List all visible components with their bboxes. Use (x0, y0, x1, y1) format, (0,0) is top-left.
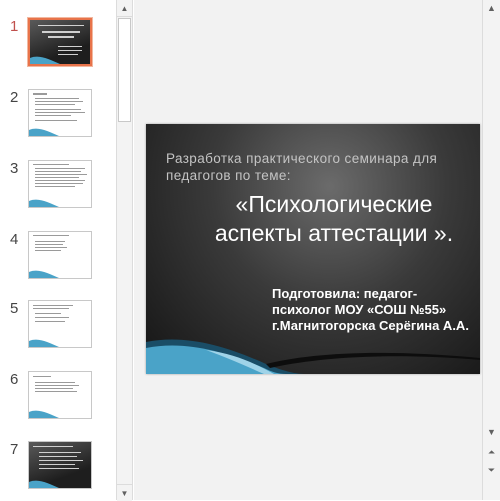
thumbnail-item-5[interactable]: 5 (0, 300, 116, 360)
scroll-down-button[interactable]: ▼ (117, 484, 132, 501)
slide-thumbnail-pane: 1 2 3 4 5 6 7 (0, 0, 116, 500)
thumbnail-number: 5 (10, 300, 19, 317)
thumbnail-pane-scrollbar[interactable]: ▲ ▼ (116, 0, 133, 501)
slide-thumbnail[interactable] (28, 300, 92, 348)
scroll-up-button[interactable]: ▲ (484, 0, 499, 16)
slide-thumbnail[interactable] (28, 160, 92, 208)
editor-scrollbar[interactable]: ▲ ▼ ⏶ ⏷ (482, 0, 500, 500)
slide-thumbnail[interactable] (28, 371, 92, 419)
next-slide-button[interactable]: ⏷ (484, 462, 499, 478)
slide-title[interactable]: «Психологические аспекты аттестации ». (208, 190, 460, 248)
thumbnail-item-3[interactable]: 3 (0, 160, 116, 220)
current-slide[interactable]: Разработка практического семинара для пе… (146, 124, 480, 374)
thumbnail-item-7[interactable]: 7 (0, 441, 116, 501)
thumbnail-number: 4 (10, 231, 19, 248)
scroll-up-icon: ▲ (120, 3, 129, 13)
slide-thumbnail[interactable] (28, 231, 92, 279)
thumbnail-number: 1 (10, 18, 19, 35)
slide-wave-decoration (146, 339, 480, 374)
scrollbar-thumb[interactable] (118, 18, 131, 122)
scroll-down-button[interactable]: ▼ (484, 424, 499, 440)
scroll-down-icon: ▼ (487, 427, 496, 437)
thumbnail-number: 6 (10, 371, 19, 388)
scroll-up-icon: ▲ (487, 3, 496, 13)
slide-thumbnail[interactable] (28, 18, 92, 66)
thumbnail-number: 7 (10, 441, 19, 458)
scroll-up-button[interactable]: ▲ (117, 0, 132, 17)
slide-thumbnail[interactable] (28, 89, 92, 137)
slide-thumbnail[interactable] (28, 441, 92, 489)
previous-slide-button[interactable]: ⏶ (484, 444, 499, 460)
scroll-down-icon: ▼ (120, 488, 129, 498)
previous-slide-icon: ⏶ (487, 446, 496, 457)
thumbnail-item-2[interactable]: 2 (0, 89, 116, 149)
slide-subtitle[interactable]: Разработка практического семинара для пе… (166, 150, 466, 184)
thumbnail-item-4[interactable]: 4 (0, 231, 116, 291)
thumbnail-item-6[interactable]: 6 (0, 371, 116, 431)
thumbnail-number: 3 (10, 160, 19, 177)
thumbnail-number: 2 (10, 89, 19, 106)
next-slide-icon: ⏷ (487, 464, 496, 475)
thumbnail-item-1[interactable]: 1 (0, 18, 116, 78)
